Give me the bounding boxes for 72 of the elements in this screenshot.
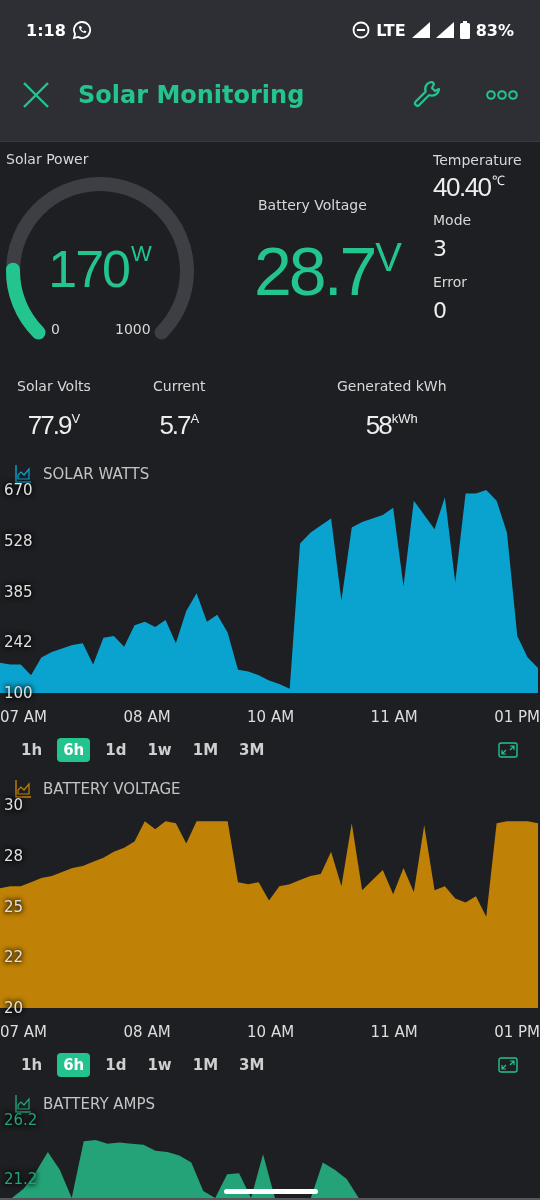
unit-text: ℃ xyxy=(491,174,505,187)
time-label: 07 AM xyxy=(0,707,48,727)
chart-title: BATTERY VOLTAGE xyxy=(43,780,181,798)
range-tab[interactable]: 3M xyxy=(233,1053,271,1077)
range-tab[interactable]: 1h xyxy=(15,738,49,762)
expand-icon[interactable] xyxy=(498,1057,518,1073)
time-label: 10 AM xyxy=(247,707,295,727)
reading-unit: A xyxy=(190,412,200,425)
range-tab[interactable]: 1w xyxy=(141,738,178,762)
reading-label: Generated kWh xyxy=(337,378,447,394)
chart-title: SOLAR WATTS xyxy=(43,465,150,483)
reading-unit: kWh xyxy=(391,412,418,425)
signal-icon xyxy=(411,22,430,38)
range-tab[interactable]: 1M xyxy=(186,738,225,762)
axis-tick-label: 22 xyxy=(4,949,24,965)
axis-tick-label: 28 xyxy=(4,848,24,864)
range-tab[interactable]: 1w xyxy=(141,1053,178,1077)
voltage-value: 28.7 xyxy=(254,237,375,305)
reading-unit: V xyxy=(71,412,81,425)
reading-value: 77.9 xyxy=(27,412,71,438)
gauge-value: 170 xyxy=(48,243,129,295)
axis-tick-label: 100 xyxy=(4,685,33,701)
value-text: 3 xyxy=(433,238,447,260)
time-label: 08 AM xyxy=(123,1022,171,1042)
voltage-unit: V xyxy=(375,237,403,277)
range-tab[interactable]: 1d xyxy=(99,1053,133,1077)
time-label: 10 AM xyxy=(247,1022,295,1042)
gauge-min: 0 xyxy=(51,321,60,337)
chat-icon xyxy=(71,20,92,40)
reading-label: Solar Volts xyxy=(17,378,91,394)
close-icon[interactable] xyxy=(22,80,50,109)
axis-tick-label: 20 xyxy=(4,1000,24,1016)
time-label: 01 PM xyxy=(494,1022,540,1042)
value-label: Mode xyxy=(433,212,473,228)
axis-tick-label: 242 xyxy=(4,634,33,650)
value-label: Error xyxy=(433,274,469,290)
axis-tick-label: 25 xyxy=(4,899,24,914)
signal-icon xyxy=(435,22,454,38)
reading-label: Current xyxy=(153,378,206,394)
axis-tick-label: 385 xyxy=(4,584,33,599)
axis-tick-label: 528 xyxy=(4,533,33,549)
gauge-max: 1000 xyxy=(115,321,151,337)
range-tab[interactable]: 1M xyxy=(186,1053,225,1077)
range-tab[interactable]: 1h xyxy=(15,1053,49,1077)
value-label: Battery Voltage xyxy=(258,197,368,213)
chart-icon xyxy=(15,780,31,798)
gauge-label: Solar Power xyxy=(6,151,89,167)
expand-icon[interactable] xyxy=(498,742,518,758)
do-not-disturb-icon xyxy=(352,21,371,39)
value-text: 40.40 xyxy=(433,174,491,200)
time-label: 01 PM xyxy=(494,707,540,727)
range-tab[interactable]: 1d xyxy=(99,738,133,762)
battery-percent: 83% xyxy=(475,20,514,40)
time-label: 11 AM xyxy=(370,707,418,727)
value-label: Temperature xyxy=(433,152,523,168)
more-icon[interactable] xyxy=(486,89,518,100)
network-type: LTE xyxy=(376,20,406,40)
time-label: 11 AM xyxy=(370,1022,418,1042)
chart-title: BATTERY AMPS xyxy=(43,1095,156,1113)
battery-icon xyxy=(459,21,470,39)
time-label: 08 AM xyxy=(123,707,171,727)
clock-time: 1:18 xyxy=(26,20,66,40)
gauge-unit: W xyxy=(131,243,152,265)
value-text: 0 xyxy=(433,300,447,322)
reading-value: 5.7 xyxy=(159,412,190,438)
range-tab[interactable]: 3M xyxy=(233,738,271,762)
reading-value: 58 xyxy=(365,412,391,438)
time-label: 07 AM xyxy=(0,1022,48,1042)
axis-tick-label: 26.2 xyxy=(4,1112,38,1128)
axis-tick-label: 30 xyxy=(4,797,24,813)
app-title: Solar Monitoring xyxy=(78,80,306,109)
axis-tick-label: 670 xyxy=(4,482,33,498)
